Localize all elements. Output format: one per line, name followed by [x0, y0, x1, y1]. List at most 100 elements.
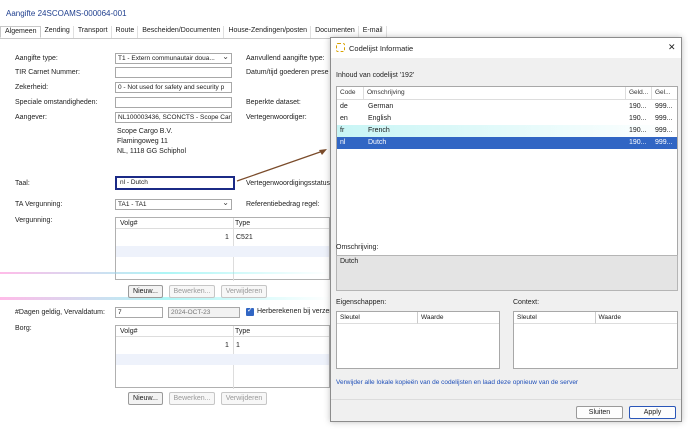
- close-icon[interactable]: ✕: [668, 42, 676, 53]
- aangever-input[interactable]: NL100003436, SCONCTS - Scope Car: [115, 112, 232, 123]
- codelijst-dialog: Codelijst Informatie ✕ Inhoud van codeli…: [330, 37, 682, 422]
- cell-type: 1: [236, 342, 240, 349]
- address-line-1: Scope Cargo B.V.: [117, 128, 173, 135]
- borg-verwijderen-button[interactable]: Verwijderen: [221, 392, 267, 405]
- cell-desc: German: [368, 103, 394, 110]
- beperkte-label: Beperkte dataset:: [246, 99, 301, 106]
- borg-table: Volg# Type 1 1: [115, 325, 330, 389]
- eigenschappen-table: Sleutel Waarde: [336, 311, 500, 369]
- borg-bewerken-button[interactable]: Bewerken...: [169, 392, 215, 405]
- datum-label: Datum/tijd goederen prese: [246, 69, 329, 76]
- vergunning-bewerken-button[interactable]: Bewerken...: [169, 285, 215, 298]
- cell-geld: 190...: [629, 127, 647, 134]
- list-item[interactable]: en English 190... 999...: [337, 113, 677, 125]
- borg-label: Borg:: [15, 325, 32, 332]
- render-artifact: [0, 297, 330, 300]
- eigenschappen-col-waarde[interactable]: Waarde: [418, 312, 499, 324]
- tab-bescheiden[interactable]: Bescheiden/Documenten: [138, 26, 225, 38]
- vertegenwoordiger-label: Vertegenwoordiger:: [246, 114, 307, 121]
- tab-zending[interactable]: Zending: [41, 26, 74, 38]
- cell-volg: 1: [225, 234, 229, 241]
- vergunning-nieuw-button[interactable]: Nieuw...: [128, 285, 163, 298]
- col-geld[interactable]: Geld...: [626, 87, 652, 100]
- speciale-input[interactable]: [115, 97, 232, 108]
- cell-gel: 999...: [655, 127, 673, 134]
- tir-label: TIR Carnet Nummer:: [15, 69, 80, 76]
- col-gel[interactable]: Gel...: [652, 87, 678, 100]
- zekerheid-input[interactable]: 0 - Not used for safety and security p: [115, 82, 232, 93]
- ta-vergunning-select[interactable]: TA1 - TA1: [115, 199, 232, 210]
- col-omschrijving[interactable]: Omschrijving: [364, 87, 626, 100]
- vergunning-col-volg: Volg#: [120, 220, 138, 227]
- cell-gel: 999...: [655, 139, 673, 146]
- table-row[interactable]: 1 C521: [116, 232, 329, 244]
- aangever-label: Aangever:: [15, 114, 47, 121]
- cell-geld: 190...: [629, 103, 647, 110]
- context-label: Context:: [513, 299, 540, 306]
- cell-desc: English: [368, 115, 391, 122]
- cell-type: C521: [236, 234, 253, 241]
- aangifte-type-label: Aangifte type:: [15, 55, 58, 62]
- table-row-empty: [116, 354, 329, 365]
- tab-route[interactable]: Route: [112, 26, 139, 38]
- list-item[interactable]: fr French 190... 999...: [337, 125, 677, 137]
- tab-house-zendingen[interactable]: House-Zendingen/posten: [224, 26, 312, 38]
- omschrijving-field[interactable]: Dutch: [336, 255, 678, 291]
- borg-col-type: Type: [235, 328, 251, 335]
- tab-bar: Algemeen Zending Transport Route Beschei…: [0, 26, 387, 39]
- taal-label: Taal:: [15, 180, 30, 187]
- cell-gel: 999...: [655, 103, 673, 110]
- sluiten-button[interactable]: Sluiten: [576, 406, 623, 419]
- vergunning-table-header: [116, 218, 329, 229]
- taal-input[interactable]: nl - Dutch: [115, 176, 235, 190]
- referentiebedrag-label: Referentiebedrag regel:: [246, 201, 320, 208]
- context-col-sleutel[interactable]: Sleutel: [514, 312, 596, 324]
- inhoud-label: Inhoud van codelijst '192': [336, 72, 415, 79]
- cell-code: de: [340, 103, 348, 110]
- tab-algemeen[interactable]: Algemeen: [0, 26, 41, 38]
- vergunning-table: Volg# Type 1 C521: [115, 217, 330, 281]
- zekerheid-label: Zekerheid:: [15, 84, 49, 91]
- vergunning-label: Vergunning:: [15, 217, 53, 224]
- aangifte-type-select[interactable]: T1 - Extern communautair doua...: [115, 53, 232, 64]
- ta-vergunning-label: TA Vergunning:: [15, 201, 63, 208]
- table-row[interactable]: 1 1: [116, 340, 329, 352]
- speciale-label: Speciale omstandigheden:: [15, 99, 98, 106]
- address-line-2: Flamingoweg 11: [117, 138, 168, 145]
- cell-code: fr: [340, 127, 345, 134]
- eigenschappen-label: Eigenschappen:: [336, 299, 387, 306]
- apply-button[interactable]: Apply: [629, 406, 676, 419]
- context-col-waarde[interactable]: Waarde: [595, 312, 677, 324]
- cell-desc: French: [368, 127, 390, 134]
- col-code[interactable]: Code: [337, 87, 364, 100]
- tir-input[interactable]: [115, 67, 232, 78]
- app-icon: [336, 43, 345, 52]
- borg-col-volg: Volg#: [120, 328, 138, 335]
- footer-divider: [331, 399, 681, 400]
- list-item-selected[interactable]: nl Dutch 190... 999...: [337, 137, 677, 149]
- cell-desc: Dutch: [368, 139, 387, 146]
- reload-codelists-link[interactable]: Verwijder alle lokale kopieën van de cod…: [336, 379, 578, 386]
- herberekenen-checkbox[interactable]: ✓: [246, 307, 254, 316]
- herberekenen-label: Herberekenen bij verzen: [257, 308, 334, 315]
- borg-table-header: [116, 326, 329, 337]
- vergunning-verwijderen-button[interactable]: Verwijderen: [221, 285, 267, 298]
- vervaldatum-input[interactable]: 2024-OCT-23: [168, 307, 240, 318]
- cell-code: nl: [340, 139, 346, 146]
- address-line-3: NL, 1118 GG Schiphol: [117, 148, 187, 155]
- table-row-empty: [116, 246, 329, 257]
- eigenschappen-col-sleutel[interactable]: Sleutel: [337, 312, 418, 324]
- check-icon: ✓: [247, 307, 253, 314]
- context-table: Sleutel Waarde: [513, 311, 678, 369]
- dagen-label: #Dagen geldig, Vervaldatum:: [15, 309, 105, 316]
- borg-nieuw-button[interactable]: Nieuw...: [128, 392, 163, 405]
- cell-code: en: [340, 115, 348, 122]
- dialog-titlebar[interactable]: Codelijst Informatie ✕: [331, 38, 681, 58]
- list-item[interactable]: de German 190... 999...: [337, 101, 677, 113]
- cell-geld: 190...: [629, 139, 647, 146]
- aanvullend-label: Aanvullend aangifte type:: [246, 55, 325, 62]
- cell-geld: 190...: [629, 115, 647, 122]
- cell-gel: 999...: [655, 115, 673, 122]
- dagen-input[interactable]: 7: [115, 307, 163, 318]
- tab-transport[interactable]: Transport: [74, 26, 112, 38]
